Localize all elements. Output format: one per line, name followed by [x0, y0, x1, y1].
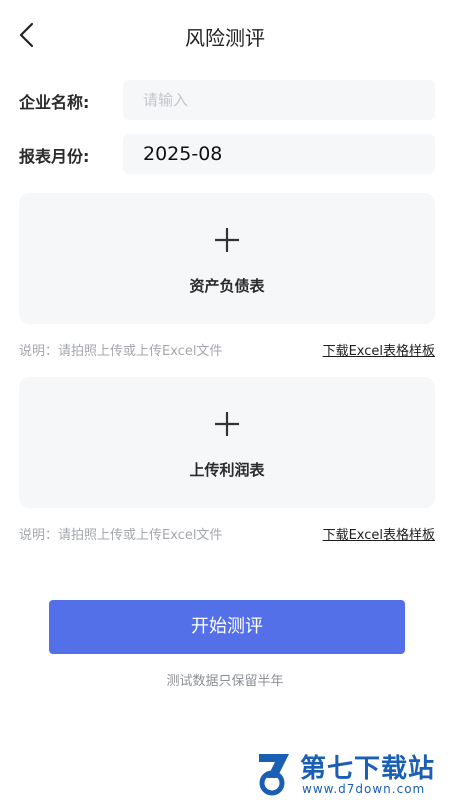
company-name-label: 企业名称:: [19, 93, 90, 112]
report-month-row: 报表月份: 2025-08: [19, 134, 435, 174]
plus-icon: [213, 226, 241, 254]
header-bar: 风险测评: [0, 0, 450, 70]
watermark-logo: [259, 754, 289, 796]
report-month-picker[interactable]: 2025-08: [123, 134, 435, 174]
download-template-link[interactable]: 下载Excel表格样板: [323, 340, 435, 359]
balance-sheet-upload-card[interactable]: 资产负债表: [19, 193, 435, 324]
company-name-row: 企业名称:: [19, 80, 435, 120]
income-statement-upload-card[interactable]: 上传利润表: [19, 377, 435, 508]
upload-instruction-text: 说明：请拍照上传或上传Excel文件: [19, 528, 223, 543]
income-statement-note-row: 说明：请拍照上传或上传Excel文件 下载Excel表格样板: [19, 522, 435, 543]
watermark-title: 第七下载站: [300, 754, 436, 784]
upload-instruction-text: 说明：请拍照上传或上传Excel文件: [19, 344, 223, 359]
start-assessment-button[interactable]: 开始测评: [49, 600, 405, 654]
company-name-input[interactable]: [123, 80, 435, 120]
plus-icon: [213, 410, 241, 438]
data-retention-note: 测试数据只保留半年: [166, 674, 284, 689]
page-title: 风险测评: [185, 26, 265, 50]
report-month-label: 报表月份:: [19, 147, 90, 166]
watermark: 第七下载站 www.d7down.com: [255, 748, 447, 798]
income-statement-label: 上传利润表: [189, 461, 265, 479]
balance-sheet-note-row: 说明：请拍照上传或上传Excel文件 下载Excel表格样板: [19, 338, 435, 359]
balance-sheet-label: 资产负债表: [189, 277, 265, 295]
watermark-url: www.d7down.com: [302, 782, 426, 796]
download-template-link[interactable]: 下载Excel表格样板: [323, 524, 435, 543]
